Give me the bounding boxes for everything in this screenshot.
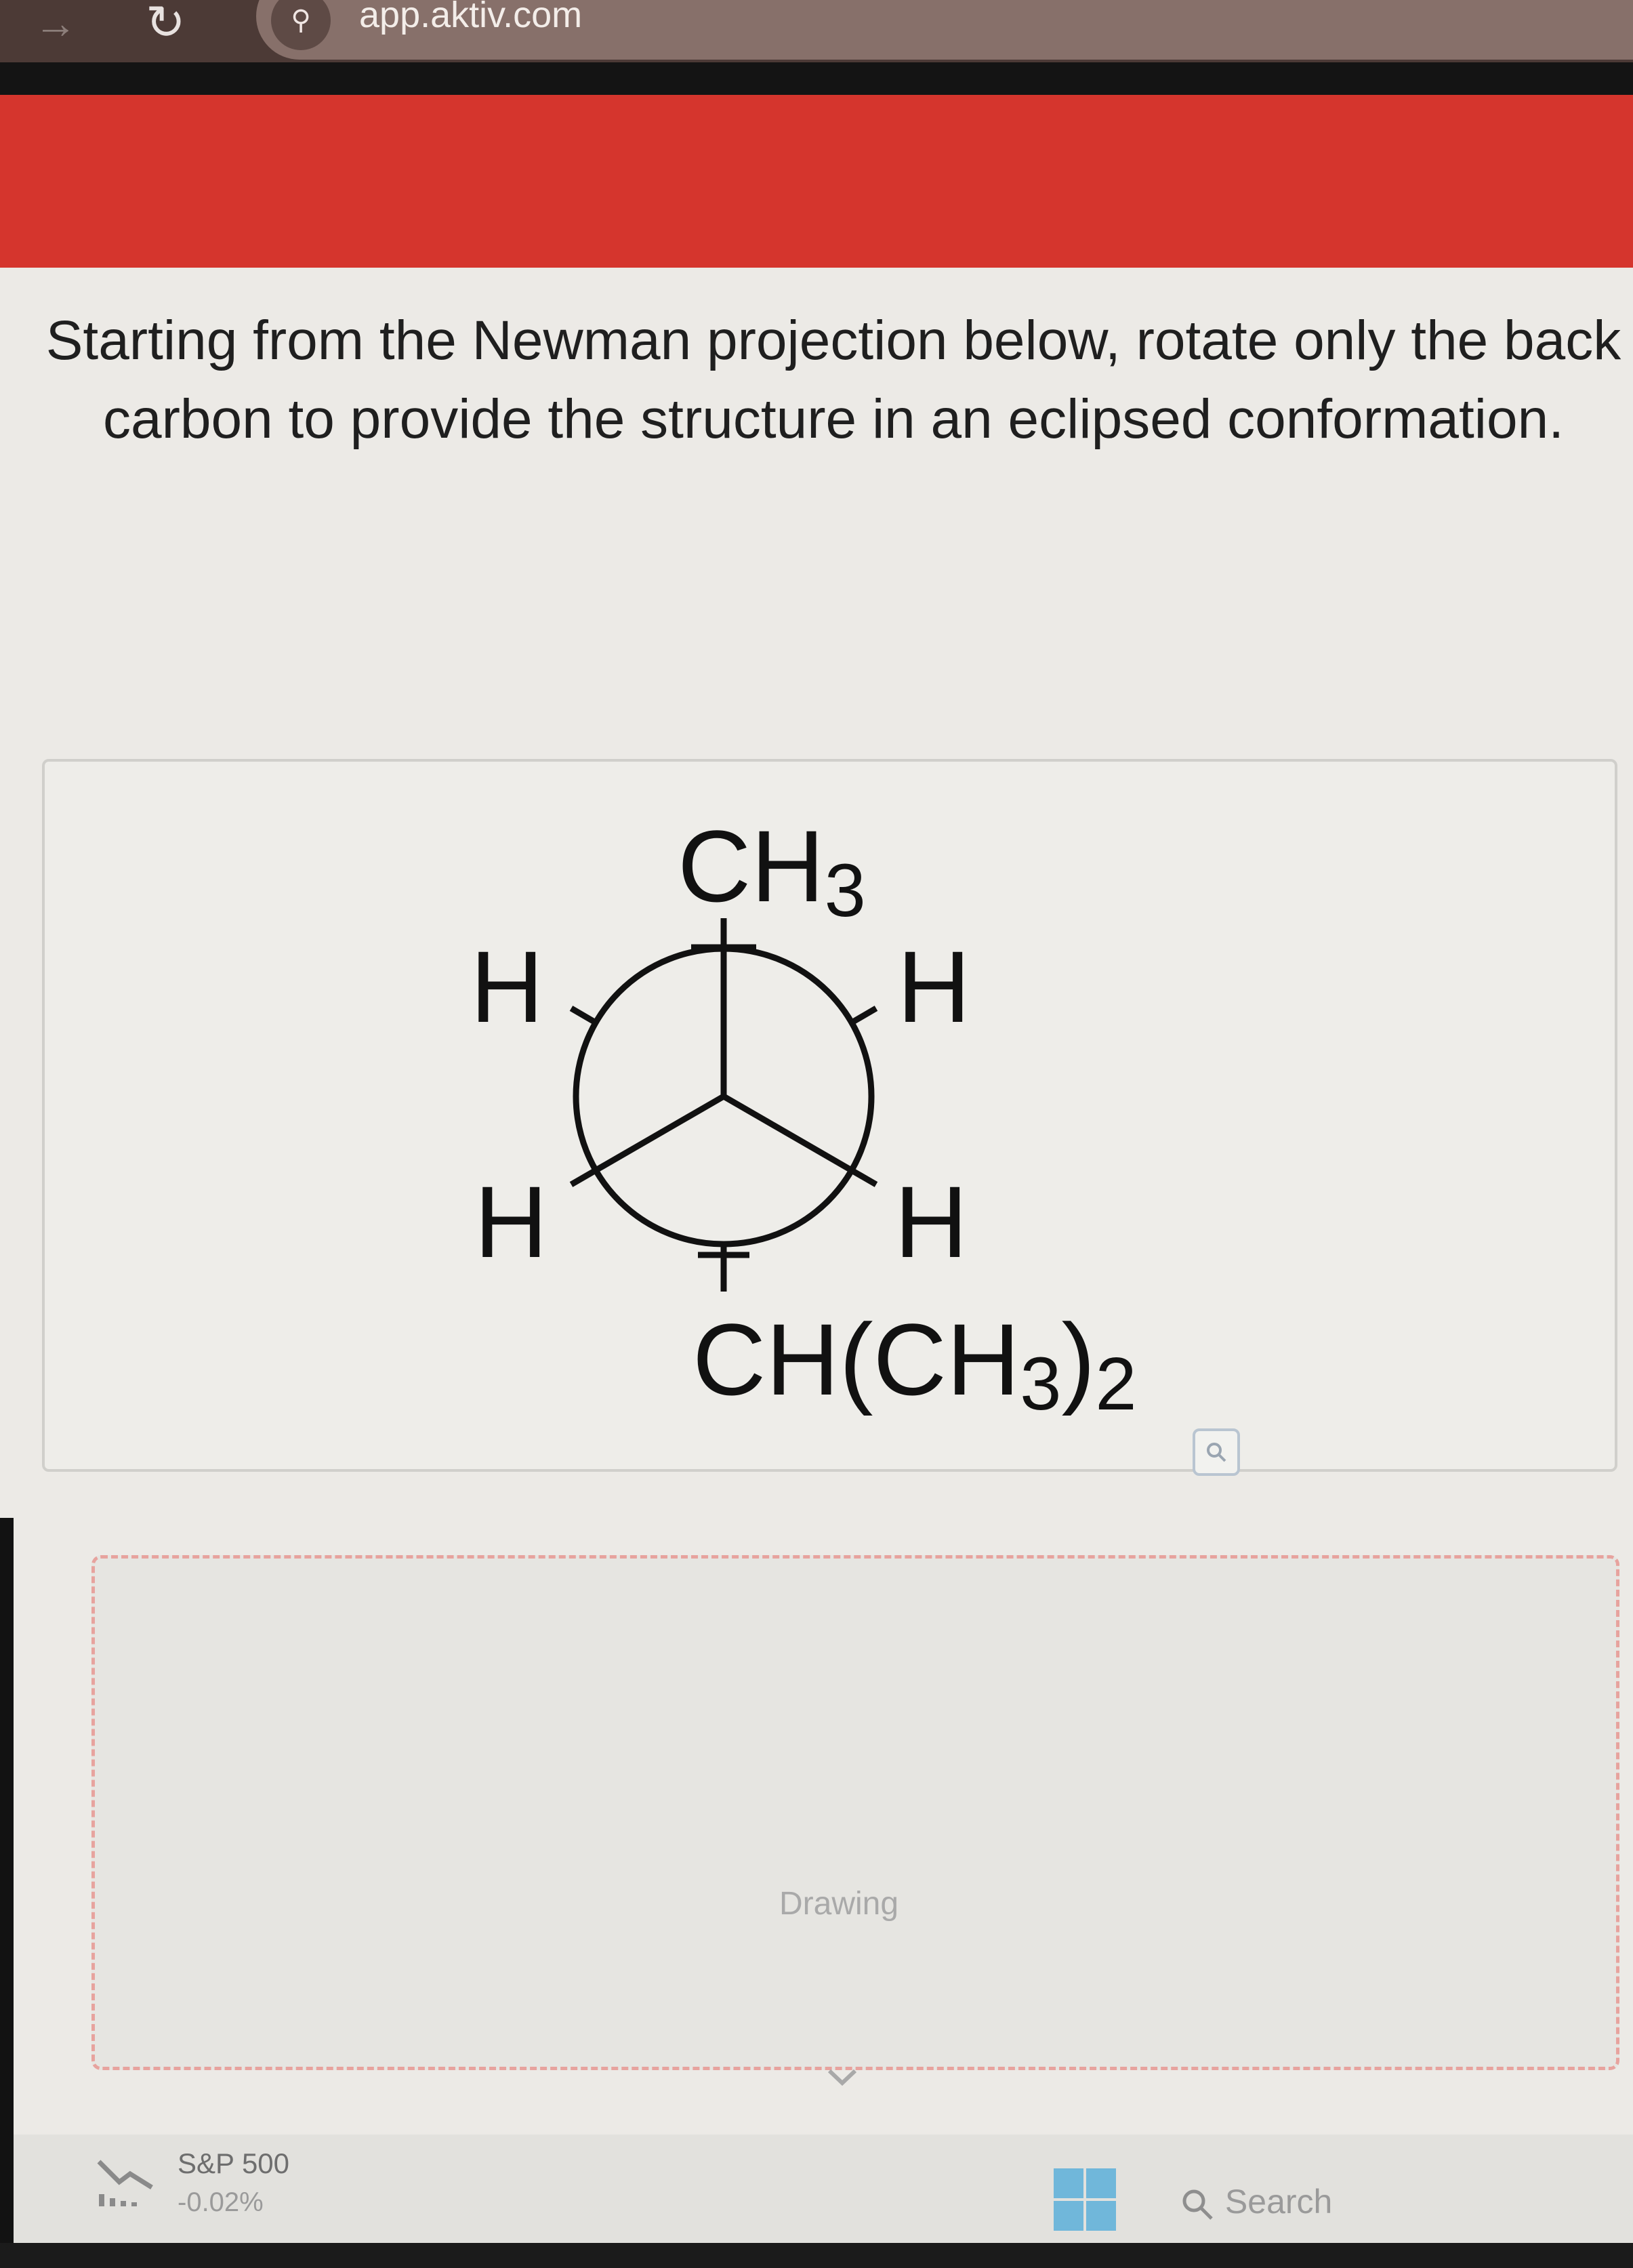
start-tile bbox=[1086, 2201, 1116, 2231]
label-back-bottom-main: CH(CH bbox=[693, 1302, 1020, 1416]
label-back-bottom-close: ) bbox=[1061, 1302, 1095, 1416]
stock-chart-icon[interactable] bbox=[95, 2155, 156, 2209]
label-back-upper-right: H bbox=[897, 930, 970, 1044]
windows-start-icon[interactable] bbox=[1054, 2168, 1116, 2231]
label-back-bottom: CH(CH3)2 bbox=[693, 1302, 1137, 1426]
drawing-canvas[interactable] bbox=[91, 1555, 1619, 2070]
label-front-top-sub: 3 bbox=[825, 849, 866, 932]
chevron-down-icon[interactable] bbox=[825, 2060, 859, 2094]
taskbar-search[interactable]: Search bbox=[1179, 2182, 1332, 2223]
search-icon bbox=[1182, 2189, 1213, 2220]
monitor-bezel-left bbox=[0, 1518, 14, 2268]
label-front-lower-left: H bbox=[474, 1165, 547, 1279]
screen: → ↻ ⚲ app.aktiv.com Starting from the Ne… bbox=[0, 0, 1633, 2268]
label-front-top: CH3 bbox=[678, 809, 866, 932]
zoom-button[interactable] bbox=[1193, 1428, 1240, 1476]
label-front-top-main: CH bbox=[678, 809, 825, 923]
drawing-label: Drawing bbox=[779, 1886, 899, 1922]
back-bond-upper-left bbox=[569, 1006, 598, 1025]
start-tile bbox=[1086, 2168, 1116, 2198]
label-front-lower-right: H bbox=[894, 1165, 968, 1279]
label-back-bottom-sub: 3 bbox=[1020, 1342, 1061, 1426]
label-back-upper-left: H bbox=[470, 930, 543, 1044]
search-label: Search bbox=[1224, 2183, 1333, 2221]
start-tile bbox=[1054, 2168, 1083, 2198]
stock-name[interactable]: S&P 500 bbox=[178, 2147, 289, 2181]
start-tile bbox=[1054, 2201, 1083, 2231]
magnifier-icon bbox=[1207, 1443, 1226, 1462]
front-bond-lower-right bbox=[722, 1094, 878, 1187]
monitor-bezel-bottom bbox=[0, 2243, 1633, 2268]
back-bond-upper-right bbox=[850, 1006, 878, 1025]
front-bond-lower-left bbox=[569, 1094, 726, 1187]
label-back-bottom-sub2: 2 bbox=[1095, 1342, 1136, 1426]
newman-projection: CH3 H H H H CH(CH3)2 bbox=[470, 809, 1137, 1426]
stock-change: -0.02% bbox=[178, 2187, 264, 2217]
